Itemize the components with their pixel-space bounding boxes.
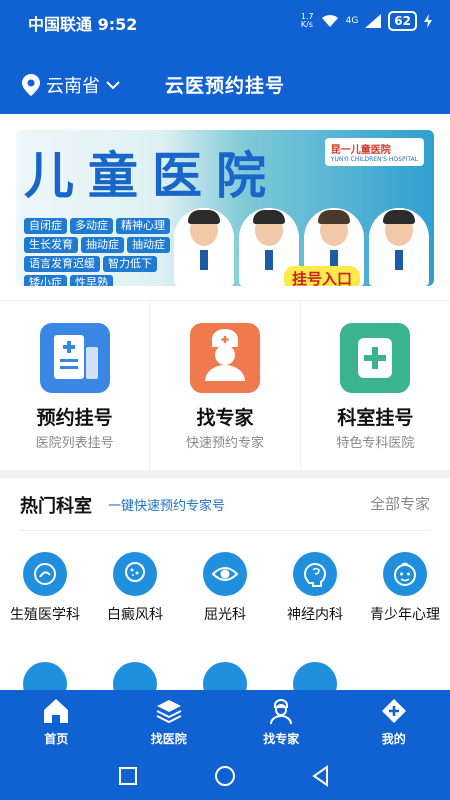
promo-banner[interactable]: 儿童医院 昆一儿童医院 YUNYI CHILDREN'S HOSPITAL 自闭…: [16, 130, 434, 286]
department-item[interactable]: 白癜风科: [90, 552, 180, 642]
department-register-button[interactable]: 科室挂号 特色专科医院: [301, 301, 450, 470]
quick-action-subtitle: 快速预约专家: [185, 436, 264, 451]
charging-icon: [424, 14, 432, 28]
profile-icon: [381, 699, 406, 723]
banner-section: 儿童医院 昆一儿童医院 YUNYI CHILDREN'S HOSPITAL 自闭…: [0, 114, 450, 300]
wifi-icon: [321, 14, 338, 27]
condition-tag: 语言发育迟缓: [24, 256, 100, 272]
quick-actions: 预约挂号 医院列表挂号 找专家 快速预约专家 科室挂号 特色专科医院: [0, 300, 450, 470]
register-entry-button[interactable]: 挂号入口: [284, 266, 361, 286]
condition-tag: 抽动症: [127, 237, 170, 253]
layers-icon: [156, 700, 182, 724]
condition-tag: 精神心理: [116, 218, 170, 234]
nav-label: 找医院: [150, 732, 187, 746]
eye-icon: [203, 552, 247, 596]
nav-profile[interactable]: 我的: [338, 690, 450, 752]
app-header: 云南省 云医预约挂号: [0, 44, 450, 114]
battery-icon: 62: [388, 11, 417, 31]
department-item[interactable]: 屈光科: [180, 552, 270, 642]
child-face-icon: [383, 552, 427, 596]
quick-action-subtitle: 医院列表挂号: [35, 436, 114, 451]
status-bar: 中国联通 9:52 1.7 K/s 4G 62: [0, 0, 450, 44]
bottom-nav: 首页 找医院 找专家 我的: [0, 690, 450, 752]
nav-label: 找专家: [263, 732, 300, 746]
section-title: 热门科室: [20, 496, 92, 517]
condition-tag: 性早熟: [70, 275, 113, 286]
condition-tags: 自闭症 多动症 精神心理 生长发育 抽动症 抽动症 语言发育迟缓 智力低下 矮小…: [24, 218, 194, 286]
doctor-photo: [369, 208, 429, 286]
department-item[interactable]: 青少年心理: [360, 552, 450, 642]
doctor-nav-icon: [270, 699, 293, 725]
nav-label: 我的: [381, 732, 406, 746]
status-icons: 1.7 K/s 4G 62: [301, 11, 432, 31]
quick-action-title: 找专家: [196, 407, 254, 429]
condition-tag: 智力低下: [103, 256, 157, 272]
section-slogan: 一键快速预约专家号: [108, 499, 226, 514]
condition-tag: 自闭症: [24, 218, 67, 234]
department-label: 青少年心理: [370, 607, 440, 623]
find-expert-button[interactable]: 找专家 快速预约专家: [150, 301, 301, 470]
doctor-photo: [174, 208, 234, 286]
brain-icon: [293, 552, 337, 596]
banner-title: 儿童医院: [24, 147, 280, 205]
hospital-list-icon: [39, 323, 110, 393]
department-label: 生殖医学科: [10, 607, 80, 623]
divider: [20, 530, 430, 531]
page-title: 云医预约挂号: [164, 75, 285, 97]
hot-departments: 热门科室 一键快速预约专家号 全部专家 生殖医学科 白癜风科 屈光科 神经内科 …: [0, 478, 450, 706]
department-row: 生殖医学科 白癜风科 屈光科 神经内科 青少年心理: [0, 552, 450, 642]
department-item[interactable]: 生殖医学科: [0, 552, 90, 642]
system-nav-bar: [0, 752, 450, 800]
nav-label: 首页: [44, 732, 69, 746]
signal-label: 4G: [345, 16, 359, 26]
quick-action-subtitle: 特色专科医院: [336, 436, 415, 451]
condition-tag: 抽动症: [81, 237, 124, 253]
condition-tag: 生长发育: [24, 237, 78, 253]
hospital-logo: 昆一儿童医院 YUNYI CHILDREN'S HOSPITAL: [324, 138, 424, 166]
hospital-logo-sub: YUNYI CHILDREN'S HOSPITAL: [330, 156, 418, 163]
appointment-button[interactable]: 预约挂号 医院列表挂号: [0, 301, 151, 470]
nav-find-hospital[interactable]: 找医院: [113, 690, 226, 752]
clock: 9:52: [97, 15, 138, 34]
department-item[interactable]: 神经内科: [270, 552, 360, 642]
signal-icon: [365, 14, 382, 28]
quick-action-title: 科室挂号: [337, 407, 414, 429]
doctor-icon: [189, 323, 260, 393]
network-speed: 1.7 K/s: [300, 12, 314, 29]
recents-icon[interactable]: [116, 764, 140, 788]
quick-action-title: 预约挂号: [36, 407, 113, 429]
condition-tag: 多动症: [70, 218, 113, 234]
home-circle-icon[interactable]: [213, 764, 237, 788]
reproductive-icon: [23, 552, 67, 596]
nav-find-expert[interactable]: 找专家: [225, 690, 338, 752]
medical-cross-icon: [340, 323, 411, 393]
carrier-time: 中国联通 9:52: [28, 11, 137, 35]
condition-tag: 矮小症: [24, 275, 67, 286]
skin-icon: [113, 552, 157, 596]
hospital-logo-name: 昆一儿童医院: [330, 145, 391, 156]
department-label: 屈光科: [204, 607, 246, 623]
nav-home[interactable]: 首页: [0, 690, 113, 752]
all-experts-link[interactable]: 全部专家: [370, 493, 430, 514]
back-icon[interactable]: [309, 764, 333, 788]
home-icon: [44, 699, 69, 723]
carrier-name: 中国联通: [28, 15, 93, 34]
department-label: 神经内科: [287, 607, 343, 623]
department-label: 白癜风科: [107, 607, 163, 623]
